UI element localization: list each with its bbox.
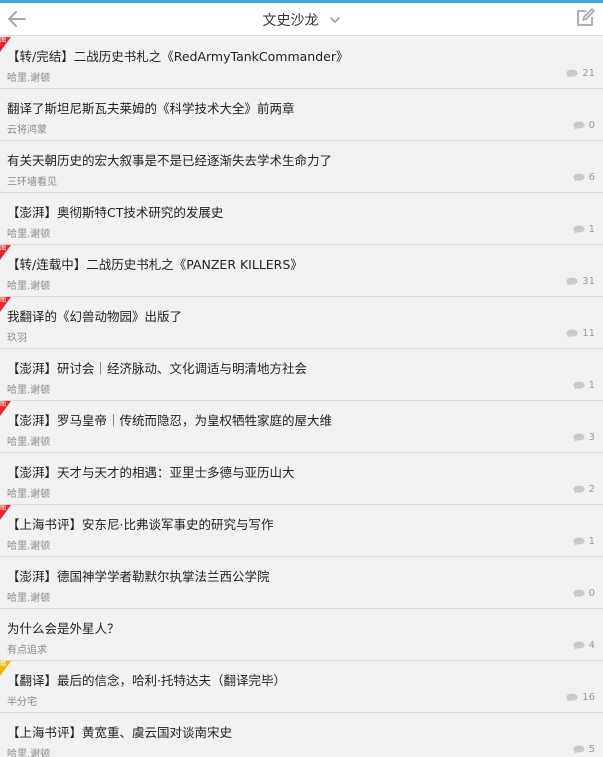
thread-row[interactable]: 为什么会是外星人？ 有点追求 4 (0, 609, 603, 661)
arrow-left-icon (8, 11, 26, 27)
comment-bubble-icon (573, 433, 585, 442)
forum-selector[interactable]: 文史沙龙 (263, 10, 341, 30)
reply-count: 3 (573, 432, 595, 443)
thread-row[interactable]: 图我翻译的《幻兽动物园》出版了玖羽 11 (0, 297, 603, 349)
thread-title: 有关天朝历史的宏大叙事是不是已经逐渐失去学术生命力了 (7, 153, 333, 168)
thread-author: 哈里.谢顿 (7, 489, 51, 500)
compose-button[interactable] (573, 6, 597, 30)
thread-title: 【翻译】最后的信念，哈利·托特达夫（翻译完毕） (7, 673, 286, 688)
thread-author: 哈里.谢顿 (7, 749, 51, 757)
comment-bubble-icon (573, 589, 585, 598)
thread-author: 三环墙看见 (7, 177, 57, 188)
chevron-down-icon (329, 16, 340, 23)
thread-title: 【上海书评】安东尼·比弗谈军事史的研究与写作 (7, 517, 274, 532)
comment-bubble-icon (573, 121, 585, 130)
back-button[interactable] (5, 8, 29, 30)
reply-count: 2 (573, 484, 595, 495)
comment-bubble-icon (573, 381, 585, 390)
thread-row[interactable]: 图【转/完结】二战历史书札之《RedArmyTankCommander》哈里.谢… (0, 37, 603, 89)
comment-bubble-icon (566, 329, 578, 338)
thread-author: 哈里.谢顿 (7, 541, 51, 552)
reply-count: 5 (573, 744, 595, 755)
thread-row[interactable]: 翻译了斯坦尼斯瓦夫莱姆的《科学技术大全》前两章云将鸿蒙 0 (0, 89, 603, 141)
thread-title: 我翻译的《幻兽动物园》出版了 (7, 309, 183, 324)
thread-author: 哈里.谢顿 (7, 385, 51, 396)
reply-count: 31 (566, 276, 595, 287)
thread-row[interactable]: 【澎湃】研讨会｜经济脉动、文化调适与明清地方社会哈里.谢顿 1 (0, 349, 603, 401)
thread-author: 哈里.谢顿 (7, 437, 51, 448)
thread-title: 【澎湃】天才与天才的相遇：亚里士多德与亚历山大 (7, 465, 295, 480)
thread-title: 【澎湃】研讨会｜经济脉动、文化调适与明清地方社会 (7, 361, 308, 376)
thread-author: 有点追求 (7, 645, 47, 656)
thread-row[interactable]: 精【翻译】最后的信念，哈利·托特达夫（翻译完毕） 半分宅 16 (0, 661, 603, 713)
reply-count: 21 (566, 68, 595, 79)
comment-bubble-icon (566, 693, 578, 702)
thread-author: 哈里.谢顿 (7, 281, 51, 292)
edit-icon (577, 8, 595, 26)
thread-title: 【转/完结】二战历史书札之《RedArmyTankCommander》 (7, 49, 349, 64)
comment-bubble-icon (573, 745, 585, 754)
thread-row[interactable]: 图【转/连载中】二战历史书札之《PANZER KILLERS》哈里.谢顿 31 (0, 245, 603, 297)
thread-title: 【澎湃】德国神学学者勒默尔执掌法兰西公学院 (7, 569, 270, 584)
comment-bubble-icon (573, 225, 585, 234)
thread-row[interactable]: 图【上海书评】安东尼·比弗谈军事史的研究与写作哈里.谢顿 1 (0, 505, 603, 557)
thread-row[interactable]: 有关天朝历史的宏大叙事是不是已经逐渐失去学术生命力了三环墙看见 6 (0, 141, 603, 193)
reply-count: 11 (566, 328, 595, 339)
thread-tag-label: 图 (0, 297, 7, 304)
thread-tag-label: 图 (0, 505, 7, 512)
reply-count-value: 5 (588, 744, 595, 755)
comment-bubble-icon (573, 485, 585, 494)
app-header: 文史沙龙 (0, 3, 603, 36)
thread-row[interactable]: 【澎湃】德国神学学者勒默尔执掌法兰西公学院哈里.谢顿 0 (0, 557, 603, 609)
reply-count-value: 31 (582, 276, 595, 287)
reply-count-value: 11 (582, 328, 595, 339)
thread-list: 图【转/完结】二战历史书札之《RedArmyTankCommander》 哈里.谢… (0, 37, 603, 757)
thread-author: 半分宅 (7, 697, 37, 708)
thread-tag-label: 精 (0, 661, 7, 668)
reply-count-value: 1 (588, 536, 595, 547)
thread-row[interactable]: 【上海书评】黄宽重、虞云国对谈南宋史哈里.谢顿 5 (0, 713, 603, 757)
reply-count-value: 1 (588, 380, 595, 391)
thread-row[interactable]: 【澎湃】奥彻斯特CT技术研究的发展史哈里.谢顿 1 (0, 193, 603, 245)
comment-bubble-icon (566, 277, 578, 286)
thread-author: 云将鸿蒙 (7, 125, 47, 136)
reply-count-value: 0 (588, 588, 595, 599)
reply-count-value: 6 (588, 172, 595, 183)
thread-author: 哈里.谢顿 (7, 73, 51, 84)
thread-row[interactable]: 图【澎湃】罗马皇帝｜传统而隐忍，为皇权牺牲家庭的屋大维哈里.谢顿 3 (0, 401, 603, 453)
reply-count: 1 (573, 380, 595, 391)
reply-count: 16 (566, 692, 595, 703)
page-title: 文史沙龙 (262, 12, 319, 29)
thread-author: 哈里.谢顿 (7, 229, 51, 240)
reply-count-value: 16 (582, 692, 595, 703)
reply-count: 1 (573, 536, 595, 547)
reply-count-value: 2 (588, 484, 595, 495)
reply-count-value: 21 (582, 68, 595, 79)
thread-tag-label: 图 (0, 401, 7, 408)
reply-count: 6 (573, 172, 595, 183)
reply-count-value: 0 (588, 120, 595, 131)
thread-author: 哈里.谢顿 (7, 593, 51, 604)
thread-title: 为什么会是外星人？ (7, 621, 120, 636)
comment-bubble-icon (566, 69, 578, 78)
reply-count: 1 (573, 224, 595, 235)
thread-title: 【澎湃】罗马皇帝｜传统而隐忍，为皇权牺牲家庭的屋大维 (7, 413, 333, 428)
thread-tag-label: 图 (0, 245, 7, 252)
thread-author: 玖羽 (7, 333, 27, 344)
comment-bubble-icon (573, 537, 585, 546)
reply-count-value: 4 (588, 640, 595, 651)
comment-bubble-icon (573, 641, 585, 650)
thread-title: 翻译了斯坦尼斯瓦夫莱姆的《科学技术大全》前两章 (7, 101, 295, 116)
thread-row[interactable]: 【澎湃】天才与天才的相遇：亚里士多德与亚历山大哈里.谢顿 2 (0, 453, 603, 505)
comment-bubble-icon (573, 173, 585, 182)
thread-title: 【上海书评】黄宽重、虞云国对谈南宋史 (7, 725, 233, 740)
thread-title: 【转/连载中】二战历史书札之《PANZER KILLERS》 (7, 257, 303, 272)
thread-title: 【澎湃】奥彻斯特CT技术研究的发展史 (7, 205, 224, 220)
reply-count: 0 (573, 120, 595, 131)
reply-count-value: 3 (588, 432, 595, 443)
reply-count: 4 (573, 640, 595, 651)
reply-count: 0 (573, 588, 595, 599)
reply-count-value: 1 (588, 224, 595, 235)
thread-tag-label: 图 (0, 37, 7, 44)
